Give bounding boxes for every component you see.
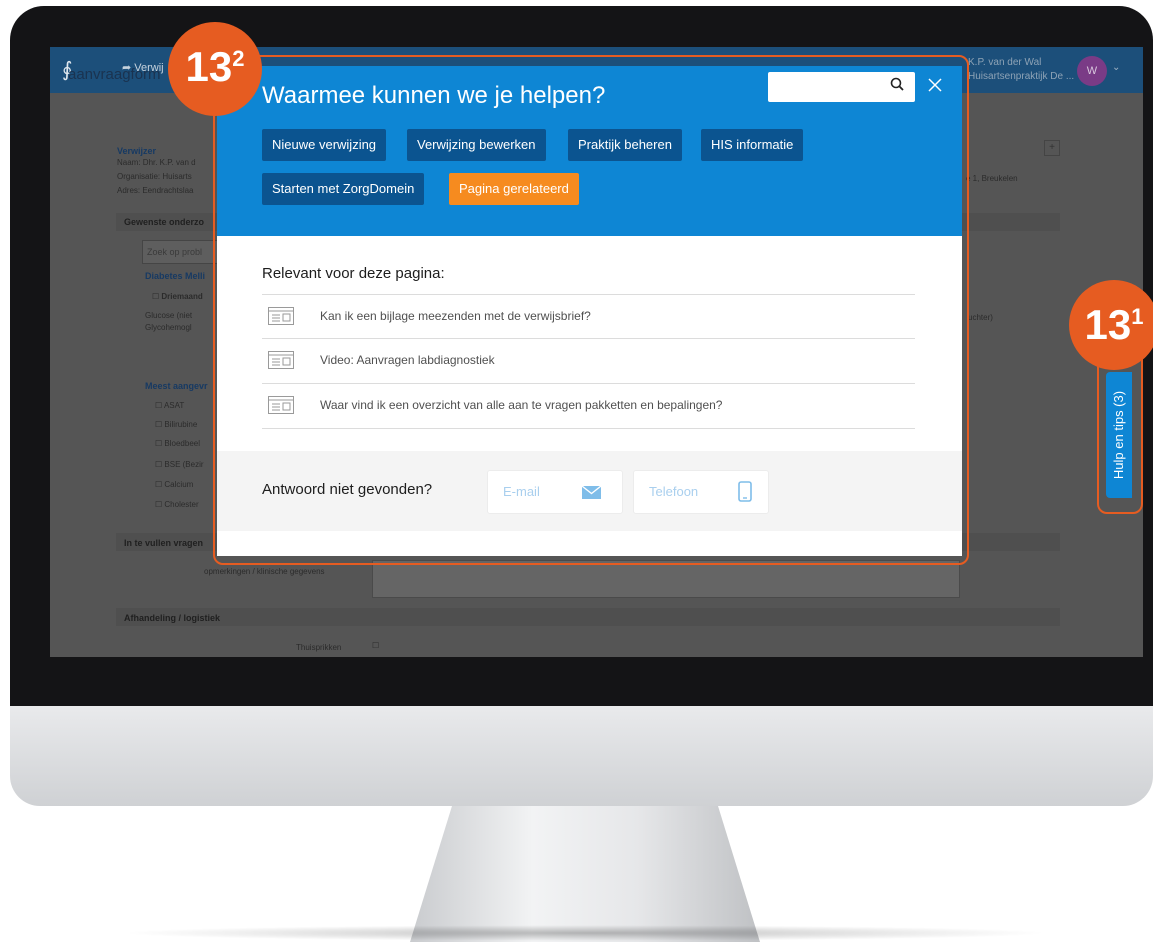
test-checkbox[interactable]: ☐ Calcium <box>155 480 193 489</box>
address-tail: e 1, Breukelen <box>966 174 1018 183</box>
test-checkbox[interactable]: ☐ BSE (Bezir <box>155 460 204 469</box>
driemaand-checkbox[interactable]: ☐ Driemaand <box>152 292 203 301</box>
glycohemo-text: Glycohemogl <box>145 323 192 332</box>
test-checkbox[interactable]: ☐ Cholester <box>155 500 199 509</box>
thuisprikken-label: Thuisprikken <box>296 643 342 652</box>
test-checkbox[interactable]: ☐ ASAT <box>155 401 184 410</box>
glucose-text: Glucose (niet <box>145 311 193 320</box>
verwijzer-organisation: Organisatie: Huisarts <box>117 172 192 181</box>
afhandeling-heading: Afhandeling / logistiek <box>124 613 221 623</box>
callout-badge-13-1: 131 <box>1069 280 1153 370</box>
test-checkbox[interactable]: ☐ Bilirubine <box>155 420 197 429</box>
thuisprikken-checkbox[interactable]: ☐ <box>372 641 379 650</box>
diabetes-heading: Diabetes Melli <box>145 271 206 281</box>
monitor-stand <box>410 806 760 942</box>
gewenste-heading: Gewenste onderzo <box>124 217 205 227</box>
chevron-down-icon[interactable]: ⌄ <box>1112 62 1120 73</box>
stand-shadow <box>120 925 1050 941</box>
avatar[interactable]: W <box>1077 56 1107 86</box>
test-checkbox[interactable]: ☐ Bloedbeel <box>155 439 200 448</box>
nuchter-text: uchter) <box>968 313 993 322</box>
verwijzer-address: Adres: Eendrachtslaa <box>117 186 194 195</box>
expand-plus-button[interactable]: + <box>1044 140 1060 156</box>
opmerkingen-textarea[interactable] <box>372 560 960 598</box>
user-name: K.P. van der Wal <box>968 57 1042 68</box>
verwijzer-name: Naam: Dhr. K.P. van d <box>117 158 196 167</box>
verwijzer-heading: Verwijzer <box>117 146 157 156</box>
opmerkingen-label: opmerkingen / klinische gegevens <box>204 567 325 576</box>
callout-badge-13-2: 132 <box>168 22 262 116</box>
user-organisation: Huisartsenpraktijk De ... <box>968 71 1075 82</box>
vragen-heading: In te vullen vragen <box>124 538 204 548</box>
page-title: aanvraagform <box>68 66 161 83</box>
section-band <box>116 608 1060 626</box>
meest-heading: Meest aangevr <box>145 381 208 391</box>
callout-outline-modal <box>213 55 969 565</box>
monitor-chin <box>10 706 1153 806</box>
